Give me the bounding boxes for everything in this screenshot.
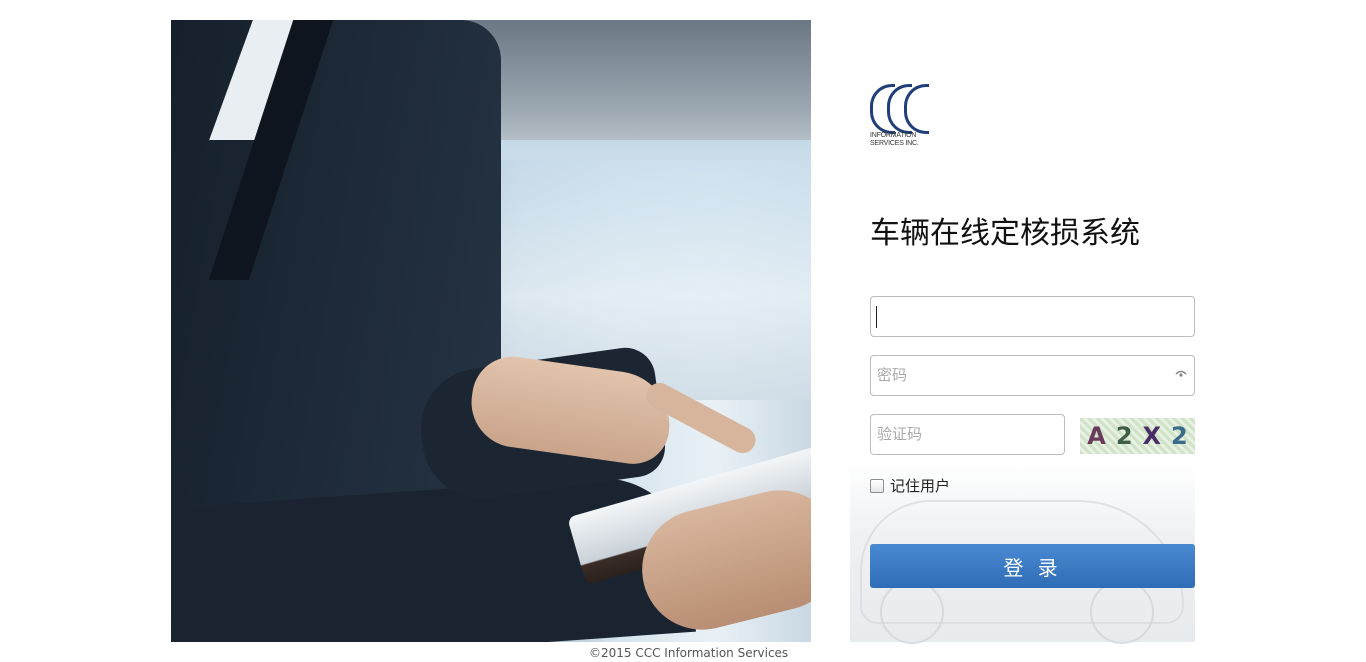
page-title: 车辆在线定核损系统 (870, 216, 1140, 251)
remember-checkbox[interactable] (870, 478, 884, 493)
remember-label: 记住用户 (890, 477, 951, 495)
captcha-char: 2 (1171, 422, 1188, 450)
login-page: INFORMATION SERVICES INC. 车辆在线定核损系统 密码 验… (0, 0, 1366, 662)
password-input[interactable]: 密码 (870, 355, 1195, 396)
username-input[interactable] (870, 296, 1195, 337)
captcha-input[interactable]: 验证码 (870, 414, 1065, 455)
captcha-placeholder: 验证码 (877, 425, 923, 443)
password-reveal-icon[interactable] (1175, 370, 1187, 378)
login-button[interactable]: 登 录 (870, 544, 1195, 588)
text-cursor (876, 306, 877, 328)
copyright-footer: ©2015 CCC Information Services (589, 646, 789, 660)
captcha-char: A (1087, 422, 1106, 450)
captcha-char: X (1142, 422, 1162, 450)
password-placeholder: 密码 (877, 366, 908, 384)
captcha-char: 2 (1115, 422, 1133, 450)
captcha-image[interactable]: A 2 X 2 (1080, 418, 1195, 454)
hero-image (171, 20, 811, 642)
remember-user[interactable]: 记住用户 (870, 475, 950, 496)
ccc-logo: INFORMATION SERVICES INC. (870, 84, 930, 158)
logo-text-line2: SERVICES INC. (870, 140, 919, 147)
login-panel: INFORMATION SERVICES INC. 车辆在线定核损系统 密码 验… (850, 20, 1195, 644)
ccc-rings-icon (870, 84, 930, 134)
